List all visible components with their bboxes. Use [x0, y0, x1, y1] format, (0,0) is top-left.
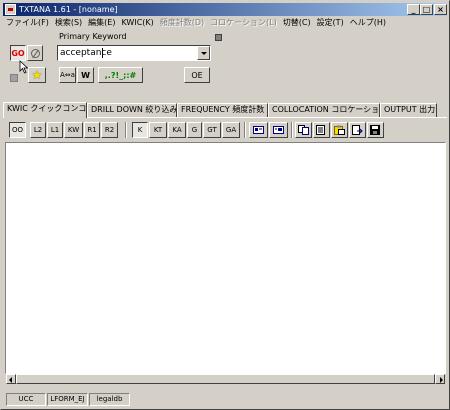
app-window: TXTANA 1.61 - [noname] _ □ × ファイル(F) 検索(…: [0, 0, 450, 410]
mode-g-button[interactable]: G: [187, 122, 202, 138]
paste-icon: [334, 125, 345, 135]
menu-frequency: 頻度計数(D): [159, 18, 205, 27]
mouse-cursor-icon: [19, 60, 29, 74]
tab-strip: KWIC クイックコンコーダンス DRILL DOWN 絞り込み FREQUEN…: [3, 102, 447, 118]
toolbar-separator: [244, 122, 246, 138]
save-icon: [370, 125, 380, 135]
sort-kw-button[interactable]: KW: [64, 122, 83, 138]
results-pane[interactable]: [5, 142, 446, 374]
toolbar-separator: [125, 122, 127, 138]
paste-button[interactable]: [331, 122, 348, 138]
primary-keyword-label: Primary Keyword: [59, 32, 127, 41]
horizontal-scrollbar[interactable]: [6, 374, 445, 384]
whole-word-button[interactable]: W: [77, 67, 94, 83]
star-icon: ★: [31, 68, 43, 82]
copy-button[interactable]: [295, 122, 312, 138]
menu-file[interactable]: ファイル(F): [3, 17, 52, 29]
sort-l1-button[interactable]: L1: [47, 122, 63, 138]
menu-bar: ファイル(F) 検索(S) 編集(E) KWIC(K) 頻度計数(D) コロケー…: [3, 16, 447, 30]
primary-keyword-combobox[interactable]: [57, 45, 211, 61]
chevron-down-icon[interactable]: [197, 46, 210, 60]
menu-switch[interactable]: 切替(C): [280, 17, 314, 29]
stop-icon: [30, 48, 40, 58]
close-button[interactable]: ×: [434, 4, 447, 15]
scroll-right-button[interactable]: [435, 374, 445, 384]
tab-drill-down[interactable]: DRILL DOWN 絞り込み: [87, 103, 177, 117]
minimize-button[interactable]: _: [407, 4, 420, 15]
export-button[interactable]: [349, 122, 366, 138]
save-button[interactable]: [367, 122, 384, 138]
menu-help[interactable]: ヘルプ(H): [347, 17, 389, 29]
mode-ka-button[interactable]: KA: [168, 122, 186, 138]
menu-settings[interactable]: 設定(T): [314, 17, 347, 29]
tab-output[interactable]: OUTPUT 出力: [380, 103, 437, 117]
list-view-button[interactable]: [313, 122, 330, 138]
mode-k-button[interactable]: K: [132, 122, 148, 138]
card-view-button[interactable]: [249, 122, 268, 138]
stop-button[interactable]: [27, 45, 43, 61]
punctuation-button[interactable]: ,.?!_;:#: [98, 67, 143, 83]
sort-r2-button[interactable]: R2: [101, 122, 118, 138]
window-title: TXTANA 1.61 - [noname]: [19, 5, 118, 14]
tab-collocation[interactable]: COLLOCATION コロケーション統計: [268, 103, 380, 117]
menu-collocation: コロケーション(L): [210, 18, 277, 27]
card-edit-button[interactable]: [269, 122, 288, 138]
text-caret: [102, 48, 103, 58]
scroll-left-button[interactable]: [6, 374, 16, 384]
status-bar: UCC LFORM_EJ legaldb: [4, 391, 447, 407]
scroll-thumb[interactable]: [16, 374, 435, 384]
title-bar[interactable]: TXTANA 1.61 - [noname] _ □ ×: [3, 3, 447, 16]
option-checkbox[interactable]: [10, 74, 18, 82]
kwic-toolbar: OO L2 L1 KW R1 R2 K KT KA G GT GA: [3, 117, 447, 141]
sort-l2-button[interactable]: L2: [30, 122, 46, 138]
status-database: legaldb: [89, 393, 130, 406]
toolbar-separator: [291, 122, 293, 138]
status-lform: LFORM_EJ: [47, 393, 88, 406]
go-button[interactable]: GO: [10, 45, 26, 61]
copy-icon: [298, 125, 309, 135]
list-view-icon: [316, 125, 325, 135]
menu-search[interactable]: 検索(S): [52, 17, 85, 29]
card-edit-icon: [273, 126, 284, 134]
mode-kt-button[interactable]: KT: [149, 122, 167, 138]
menu-kwic[interactable]: KWIC(K): [118, 17, 156, 29]
mode-ga-button[interactable]: GA: [222, 122, 240, 138]
mode-gt-button[interactable]: GT: [203, 122, 221, 138]
sort-r1-button[interactable]: R1: [84, 122, 100, 138]
tab-kwic[interactable]: KWIC クイックコンコーダンス: [3, 102, 87, 118]
oe-button[interactable]: OE: [184, 67, 210, 83]
card-view-icon: [253, 126, 264, 134]
primary-keyword-input[interactable]: [60, 47, 196, 59]
tab-frequency[interactable]: FREQUENCY 頻度計数: [177, 103, 268, 117]
star-button[interactable]: ★: [28, 67, 46, 83]
sort-oo-button[interactable]: OO: [9, 122, 26, 138]
app-icon[interactable]: [5, 4, 16, 15]
option-indicator[interactable]: [215, 34, 222, 41]
status-encoding: UCC: [6, 393, 46, 406]
case-toggle-button[interactable]: A⇔a: [59, 67, 76, 83]
menu-edit[interactable]: 編集(E): [85, 17, 118, 29]
maximize-button[interactable]: □: [420, 4, 433, 15]
export-icon: [352, 125, 363, 135]
